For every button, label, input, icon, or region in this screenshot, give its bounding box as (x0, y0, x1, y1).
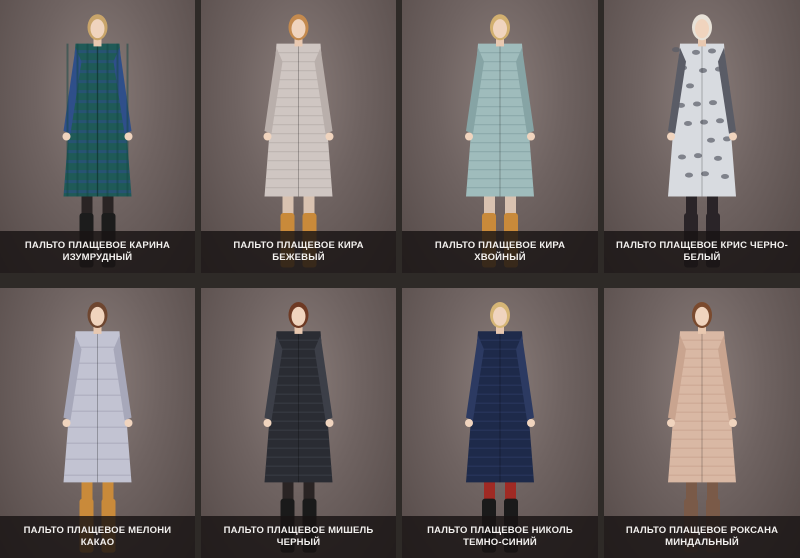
product-title[interactable]: ПАЛЬТО ПЛАЩЕВОЕ МЕЛОНИ КАКАО (0, 516, 195, 558)
product-card[interactable]: ПАЛЬТО ПЛАЩЕВОЕ КИРА БЕЖЕВЫЙ (201, 0, 396, 273)
model-figure (667, 302, 737, 553)
model-figure (667, 14, 737, 268)
product-title[interactable]: ПАЛЬТО ПЛАЩЕВОЕ КИРА БЕЖЕВЫЙ (201, 231, 396, 273)
model-figure (465, 14, 535, 268)
product-title[interactable]: ПАЛЬТО ПЛАЩЕВОЕ КАРИНА ИЗУМРУДНЫЙ (0, 231, 195, 273)
product-grid: ПАЛЬТО ПЛАЩЕВОЕ КАРИНА ИЗУМРУДНЫЙ ПАЛЬТО… (0, 0, 800, 558)
product-title[interactable]: ПАЛЬТО ПЛАЩЕВОЕ МИШЕЛЬ ЧЕРНЫЙ (201, 516, 396, 558)
model-figure (263, 14, 334, 268)
model-figure (263, 302, 334, 553)
product-card[interactable]: ПАЛЬТО ПЛАЩЕВОЕ МИШЕЛЬ ЧЕРНЫЙ (201, 288, 396, 558)
model-figure (62, 302, 133, 553)
product-title[interactable]: ПАЛЬТО ПЛАЩЕВОЕ КИРА ХВОЙНЫЙ (402, 231, 598, 273)
product-title[interactable]: ПАЛЬТО ПЛАЩЕВОЕ КРИС ЧЕРНО-БЕЛЫЙ (604, 231, 800, 273)
product-card[interactable]: ПАЛЬТО ПЛАЩЕВОЕ КРИС ЧЕРНО-БЕЛЫЙ (604, 0, 800, 273)
model-figure (465, 302, 535, 553)
product-card[interactable]: ПАЛЬТО ПЛАЩЕВОЕ КИРА ХВОЙНЫЙ (402, 0, 598, 273)
product-title[interactable]: ПАЛЬТО ПЛАЩЕВОЕ РОКСАНА МИНДАЛЬНЫЙ (604, 516, 800, 558)
product-card[interactable]: ПАЛЬТО ПЛАЩЕВОЕ КАРИНА ИЗУМРУДНЫЙ (0, 0, 195, 273)
model-figure (62, 14, 133, 268)
product-card[interactable]: ПАЛЬТО ПЛАЩЕВОЕ НИКОЛЬ ТЕМНО-СИНИЙ (402, 288, 598, 558)
product-title[interactable]: ПАЛЬТО ПЛАЩЕВОЕ НИКОЛЬ ТЕМНО-СИНИЙ (402, 516, 598, 558)
product-card[interactable]: ПАЛЬТО ПЛАЩЕВОЕ МЕЛОНИ КАКАО (0, 288, 195, 558)
product-card[interactable]: ПАЛЬТО ПЛАЩЕВОЕ РОКСАНА МИНДАЛЬНЫЙ (604, 288, 800, 558)
